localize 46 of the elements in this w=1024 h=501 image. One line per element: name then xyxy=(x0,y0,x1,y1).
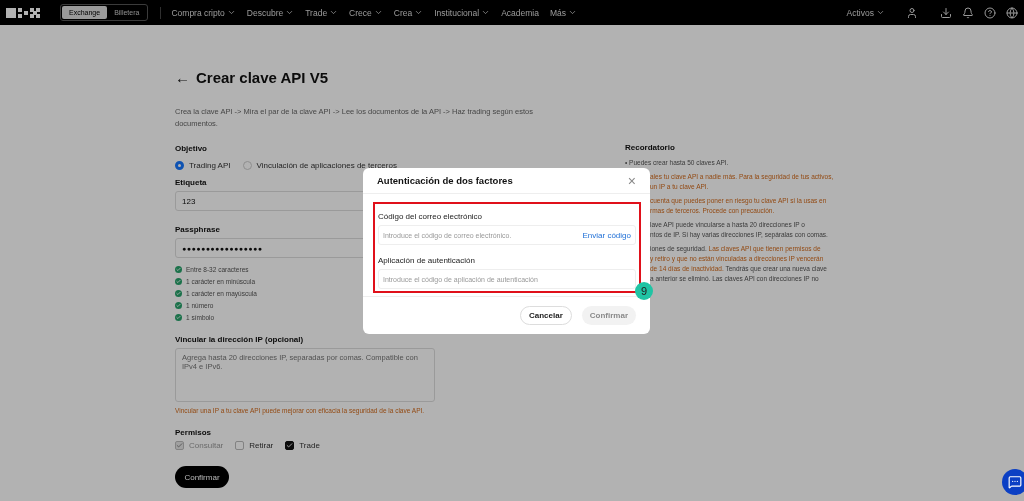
annotation-badge: 9 xyxy=(635,282,653,300)
assets-menu[interactable]: Activos xyxy=(846,7,885,18)
radio-option[interactable]: Trading API xyxy=(175,161,231,170)
chevron-icon xyxy=(329,8,339,17)
chevron-icon xyxy=(373,8,383,17)
chevron-icon xyxy=(876,8,885,17)
chevron-icon xyxy=(285,8,295,17)
send-code-link[interactable]: Enviar código xyxy=(582,230,631,240)
field-label: Vincular la dirección IP (opcional) xyxy=(175,335,304,344)
cancel-button[interactable]: Cancelar xyxy=(519,306,572,325)
nav-menu-item[interactable]: Institucional xyxy=(434,7,491,18)
checkbox[interactable] xyxy=(285,441,295,450)
chevron-icon xyxy=(414,8,424,17)
nav-menu-item[interactable]: Descubre xyxy=(246,7,295,18)
nav-menu-item[interactable]: Trade xyxy=(305,7,339,18)
nav-menu-item[interactable]: Academia xyxy=(501,7,539,18)
dialog-title: Autenticación de dos factores xyxy=(377,175,513,186)
close-button[interactable]: × xyxy=(627,173,636,188)
page-title: Crear clave API V5 xyxy=(196,69,329,86)
nav-menu-item[interactable]: Crece xyxy=(349,7,383,18)
bell-icon[interactable] xyxy=(962,6,974,19)
checkbox[interactable] xyxy=(235,441,245,450)
chevron-icon xyxy=(568,8,577,17)
user-icon[interactable] xyxy=(906,6,918,19)
chevron-icon xyxy=(226,8,236,17)
permission-option[interactable]: Retirar xyxy=(235,441,274,450)
radio-option[interactable]: Vinculación de aplicaciones de terceros xyxy=(242,161,397,170)
globe-icon[interactable] xyxy=(1006,6,1018,19)
nav-menu-item[interactable]: Más xyxy=(549,7,577,18)
chevron-icon xyxy=(481,8,491,17)
field-label: Objetivo xyxy=(175,144,207,153)
back-arrow[interactable]: ← xyxy=(175,69,190,86)
field-label: Aplicación de autenticación xyxy=(378,256,476,265)
chat-button[interactable] xyxy=(1002,469,1024,495)
field-label: Etiqueta xyxy=(175,178,207,187)
field-label: Permisos xyxy=(175,428,212,437)
nav-menu-item[interactable]: Compra cripto xyxy=(171,7,236,18)
nav-menu-item[interactable]: Crea xyxy=(393,7,424,18)
help-icon[interactable] xyxy=(984,6,996,19)
field-label: Passphrase xyxy=(175,225,220,234)
chat-icon xyxy=(1008,475,1022,489)
field-label: Código del correo electrónico xyxy=(378,212,484,221)
confirm-button[interactable]: Confirmar xyxy=(175,466,229,488)
permission-option[interactable]: Trade xyxy=(285,441,320,450)
download-icon[interactable] xyxy=(940,6,952,19)
reminder-title: Recordatorio xyxy=(625,143,676,152)
